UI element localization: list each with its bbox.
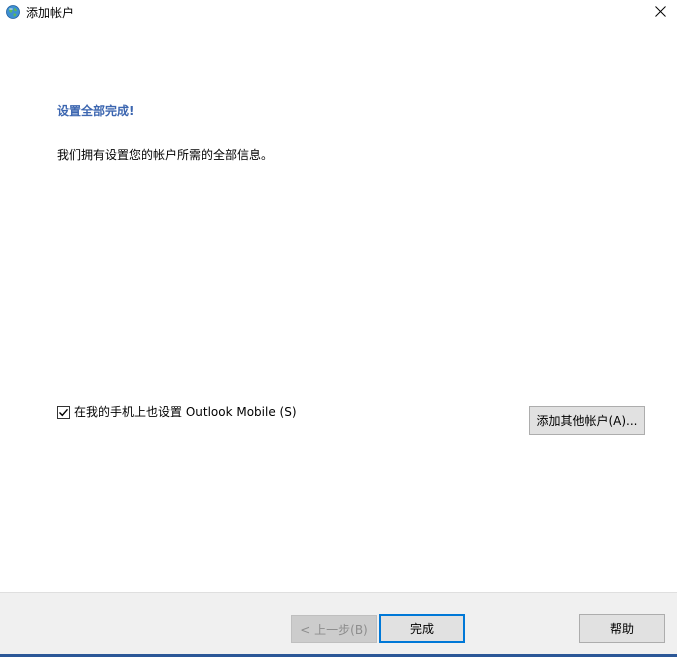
dialog-content: 设置全部完成! 我们拥有设置您的帐户所需的全部信息。 在我的手机上也设置 Out… <box>0 26 677 592</box>
mobile-setup-label: 在我的手机上也设置 Outlook Mobile (S) <box>74 405 297 419</box>
setup-complete-message: 我们拥有设置您的帐户所需的全部信息。 <box>57 148 274 162</box>
window-title: 添加帐户 <box>26 6 75 20</box>
title-bar: 添加帐户 <box>0 0 677 26</box>
help-button[interactable]: 帮助 <box>579 614 665 643</box>
finish-button[interactable]: 完成 <box>379 614 465 643</box>
dialog-footer: < 上一步(B) 完成 帮助 <box>0 592 677 654</box>
back-button[interactable]: < 上一步(B) <box>291 615 377 643</box>
add-account-dialog: 添加帐户 设置全部完成! 我们拥有设置您的帐户所需的全部信息。 在我的手机上也设… <box>0 0 677 657</box>
mobile-setup-option[interactable]: 在我的手机上也设置 Outlook Mobile (S) <box>57 404 297 420</box>
setup-complete-heading: 设置全部完成! <box>57 104 135 118</box>
mobile-setup-checkbox[interactable] <box>57 405 70 419</box>
close-button[interactable] <box>643 0 677 26</box>
checkmark-icon <box>59 408 69 416</box>
add-another-account-button[interactable]: 添加其他帐户(A)... <box>529 406 645 435</box>
close-icon <box>654 6 666 20</box>
outlook-globe-icon <box>6 5 20 19</box>
